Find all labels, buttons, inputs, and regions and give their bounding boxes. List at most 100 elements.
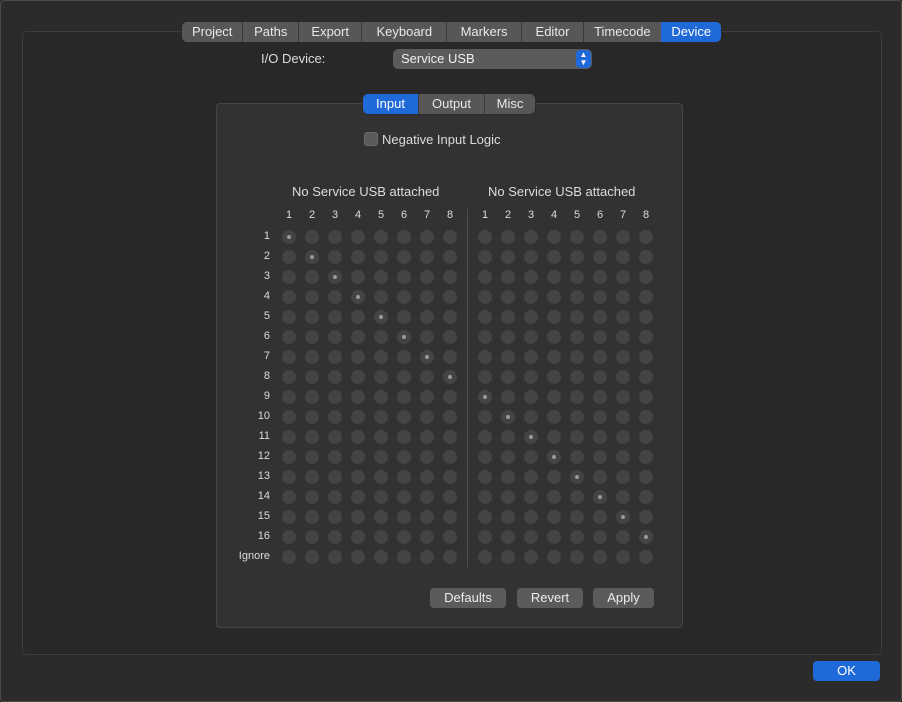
mapping-led[interactable]: [478, 250, 492, 264]
mapping-led[interactable]: [374, 550, 388, 564]
mapping-led[interactable]: [374, 250, 388, 264]
mapping-led[interactable]: [639, 550, 653, 564]
mapping-led[interactable]: [351, 530, 365, 544]
mapping-led[interactable]: [478, 550, 492, 564]
mapping-led[interactable]: [305, 370, 319, 384]
mapping-led[interactable]: [397, 430, 411, 444]
mapping-led[interactable]: [328, 510, 342, 524]
mapping-led[interactable]: [639, 530, 653, 544]
mapping-led[interactable]: [501, 550, 515, 564]
mapping-led[interactable]: [593, 530, 607, 544]
mapping-led[interactable]: [420, 390, 434, 404]
mapping-led[interactable]: [639, 430, 653, 444]
mapping-led[interactable]: [397, 390, 411, 404]
mapping-led[interactable]: [639, 230, 653, 244]
mapping-led[interactable]: [374, 450, 388, 464]
mapping-led[interactable]: [501, 230, 515, 244]
mapping-led[interactable]: [443, 250, 457, 264]
mapping-led[interactable]: [420, 470, 434, 484]
subtab-output[interactable]: Output: [418, 94, 484, 114]
mapping-led[interactable]: [397, 510, 411, 524]
mapping-led[interactable]: [501, 490, 515, 504]
tab-keyboard[interactable]: Keyboard: [361, 22, 446, 42]
tab-paths[interactable]: Paths: [242, 22, 298, 42]
mapping-led[interactable]: [374, 310, 388, 324]
mapping-led[interactable]: [639, 370, 653, 384]
mapping-led[interactable]: [397, 530, 411, 544]
mapping-led[interactable]: [305, 430, 319, 444]
mapping-led[interactable]: [420, 510, 434, 524]
mapping-led[interactable]: [351, 550, 365, 564]
mapping-led[interactable]: [547, 290, 561, 304]
mapping-led[interactable]: [570, 390, 584, 404]
mapping-led[interactable]: [501, 310, 515, 324]
mapping-led[interactable]: [616, 290, 630, 304]
mapping-led[interactable]: [616, 350, 630, 364]
mapping-led[interactable]: [328, 230, 342, 244]
mapping-led[interactable]: [570, 510, 584, 524]
mapping-led[interactable]: [328, 290, 342, 304]
mapping-led[interactable]: [397, 450, 411, 464]
mapping-led[interactable]: [547, 470, 561, 484]
mapping-led[interactable]: [305, 270, 319, 284]
mapping-led[interactable]: [305, 330, 319, 344]
mapping-led[interactable]: [616, 410, 630, 424]
mapping-led[interactable]: [547, 550, 561, 564]
mapping-led[interactable]: [328, 470, 342, 484]
subtab-misc[interactable]: Misc: [484, 94, 535, 114]
mapping-led[interactable]: [524, 550, 538, 564]
mapping-led[interactable]: [374, 390, 388, 404]
mapping-led[interactable]: [443, 350, 457, 364]
mapping-led[interactable]: [524, 450, 538, 464]
mapping-led[interactable]: [443, 550, 457, 564]
mapping-led[interactable]: [397, 310, 411, 324]
mapping-led[interactable]: [616, 390, 630, 404]
mapping-led[interactable]: [570, 290, 584, 304]
mapping-led[interactable]: [616, 470, 630, 484]
mapping-led[interactable]: [328, 530, 342, 544]
mapping-led[interactable]: [443, 430, 457, 444]
mapping-led[interactable]: [593, 450, 607, 464]
mapping-led[interactable]: [547, 530, 561, 544]
mapping-led[interactable]: [443, 370, 457, 384]
mapping-led[interactable]: [397, 230, 411, 244]
mapping-led[interactable]: [478, 370, 492, 384]
mapping-led[interactable]: [478, 290, 492, 304]
mapping-led[interactable]: [639, 270, 653, 284]
mapping-led[interactable]: [328, 490, 342, 504]
mapping-led[interactable]: [524, 370, 538, 384]
mapping-led[interactable]: [570, 490, 584, 504]
mapping-led[interactable]: [524, 410, 538, 424]
mapping-led[interactable]: [501, 330, 515, 344]
mapping-led[interactable]: [420, 310, 434, 324]
mapping-led[interactable]: [443, 490, 457, 504]
mapping-led[interactable]: [282, 530, 296, 544]
mapping-led[interactable]: [593, 290, 607, 304]
mapping-led[interactable]: [374, 430, 388, 444]
mapping-led[interactable]: [616, 450, 630, 464]
mapping-led[interactable]: [282, 330, 296, 344]
mapping-led[interactable]: [420, 490, 434, 504]
mapping-led[interactable]: [305, 390, 319, 404]
mapping-led[interactable]: [351, 390, 365, 404]
negative-input-logic-checkbox[interactable]: [364, 132, 378, 146]
tab-editor[interactable]: Editor: [520, 22, 583, 42]
mapping-led[interactable]: [547, 350, 561, 364]
mapping-led[interactable]: [374, 370, 388, 384]
mapping-led[interactable]: [501, 450, 515, 464]
mapping-led[interactable]: [351, 230, 365, 244]
mapping-led[interactable]: [639, 330, 653, 344]
mapping-led[interactable]: [478, 230, 492, 244]
mapping-led[interactable]: [570, 270, 584, 284]
mapping-led[interactable]: [328, 250, 342, 264]
mapping-led[interactable]: [547, 250, 561, 264]
mapping-led[interactable]: [420, 290, 434, 304]
mapping-led[interactable]: [616, 330, 630, 344]
mapping-led[interactable]: [524, 390, 538, 404]
mapping-led[interactable]: [374, 350, 388, 364]
mapping-led[interactable]: [282, 470, 296, 484]
mapping-led[interactable]: [305, 230, 319, 244]
mapping-led[interactable]: [524, 250, 538, 264]
mapping-led[interactable]: [443, 510, 457, 524]
mapping-led[interactable]: [524, 530, 538, 544]
